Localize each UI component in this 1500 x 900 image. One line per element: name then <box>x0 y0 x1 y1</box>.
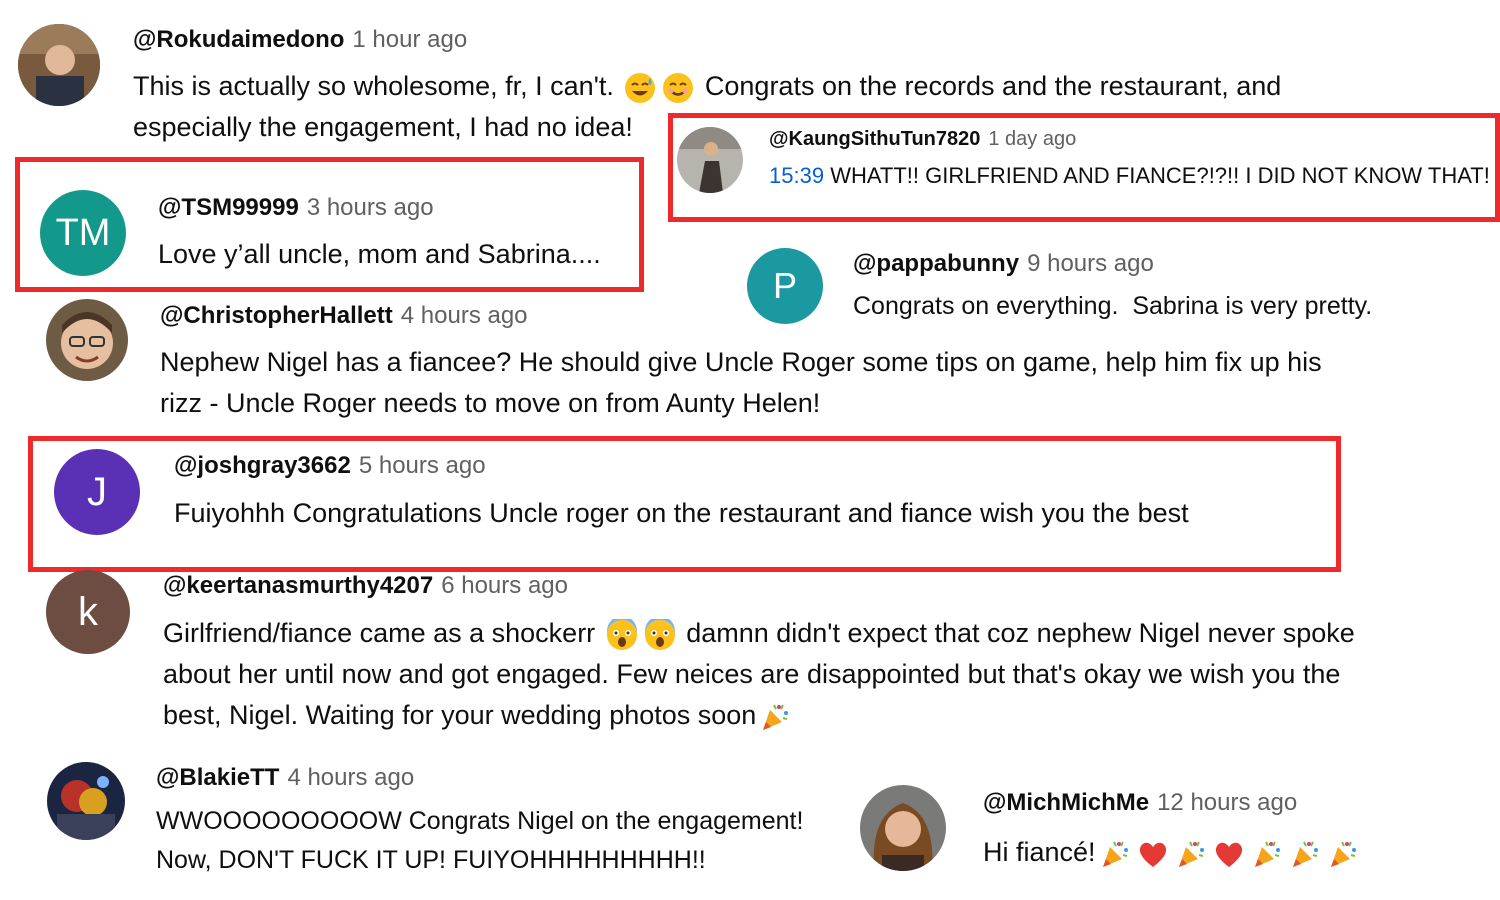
comment-time[interactable]: 3 hours ago <box>307 194 434 221</box>
comment-text: WWOOOOOOOOOW Congrats Nigel on the engag… <box>156 807 804 874</box>
comment-time[interactable]: 6 hours ago <box>441 572 568 599</box>
avatar[interactable] <box>860 785 946 871</box>
comment-time[interactable]: 4 hours ago <box>287 764 414 791</box>
comment-author[interactable]: @keertanasmurthy4207 <box>163 572 433 599</box>
comment-author[interactable]: @MichMichMe <box>983 789 1149 816</box>
party-popper-emoji-icon <box>759 701 791 733</box>
comment-time[interactable]: 1 day ago <box>988 128 1076 150</box>
comment-author[interactable]: @TSM99999 <box>158 194 299 221</box>
party-popper-emoji-icon <box>1327 838 1359 870</box>
avatar[interactable] <box>18 24 100 106</box>
party-popper-emoji-icon <box>1251 838 1283 870</box>
comment-time[interactable]: 1 hour ago <box>352 26 467 53</box>
comment-text: 15:39 WHATT!! GIRLFRIEND AND FIANCE?!?!!… <box>769 163 1490 188</box>
comment-text: Congrats on everything. Sabrina is very … <box>853 292 1373 320</box>
party-popper-emoji-icon <box>1289 838 1321 870</box>
comment-text: Love y’all uncle, mom and Sabrina.... <box>158 239 601 269</box>
avatar[interactable] <box>677 127 743 193</box>
comment-author[interactable]: @ChristopherHallett <box>160 302 393 329</box>
comment-time[interactable]: 4 hours ago <box>401 302 528 329</box>
comment-text: Nephew Nigel has a fiancee? He should gi… <box>160 347 1322 418</box>
comment-author[interactable]: @pappabunny <box>853 250 1019 277</box>
comment-author[interactable]: @joshgray3662 <box>174 452 351 479</box>
avatar[interactable]: TM <box>40 190 126 276</box>
comment-text: Hi fiancé! <box>983 832 1362 873</box>
red-heart-emoji-icon <box>1213 838 1245 870</box>
party-popper-emoji-icon <box>1099 838 1131 870</box>
scream-emoji-icon <box>644 618 676 651</box>
comment-text: Fuiyohhh Congratulations Uncle roger on … <box>174 498 1189 528</box>
comment-author[interactable]: @BlakieTT <box>156 764 279 791</box>
comment-time[interactable]: 12 hours ago <box>1157 789 1297 816</box>
comment-author[interactable]: @Rokudaimedono <box>133 26 344 53</box>
comment-author[interactable]: @KaungSithuTun7820 <box>769 128 980 150</box>
avatar[interactable]: P <box>747 248 823 324</box>
avatar[interactable] <box>46 299 128 381</box>
party-popper-emoji-icon <box>1175 838 1207 870</box>
timestamp-link[interactable]: 15:39 <box>769 163 824 188</box>
sweat-smile-emoji-icon <box>624 72 656 104</box>
avatar[interactable]: J <box>54 449 140 535</box>
comment-time[interactable]: 5 hours ago <box>359 452 486 479</box>
avatar[interactable]: k <box>46 570 130 654</box>
comment-time[interactable]: 9 hours ago <box>1027 250 1154 277</box>
red-heart-emoji-icon <box>1137 838 1169 870</box>
scream-emoji-icon <box>606 618 638 651</box>
comment-text: Girlfriend/fiance came as a shockerr dam… <box>163 613 1355 736</box>
smile-emoji-icon <box>662 72 694 104</box>
avatar[interactable] <box>47 762 125 840</box>
